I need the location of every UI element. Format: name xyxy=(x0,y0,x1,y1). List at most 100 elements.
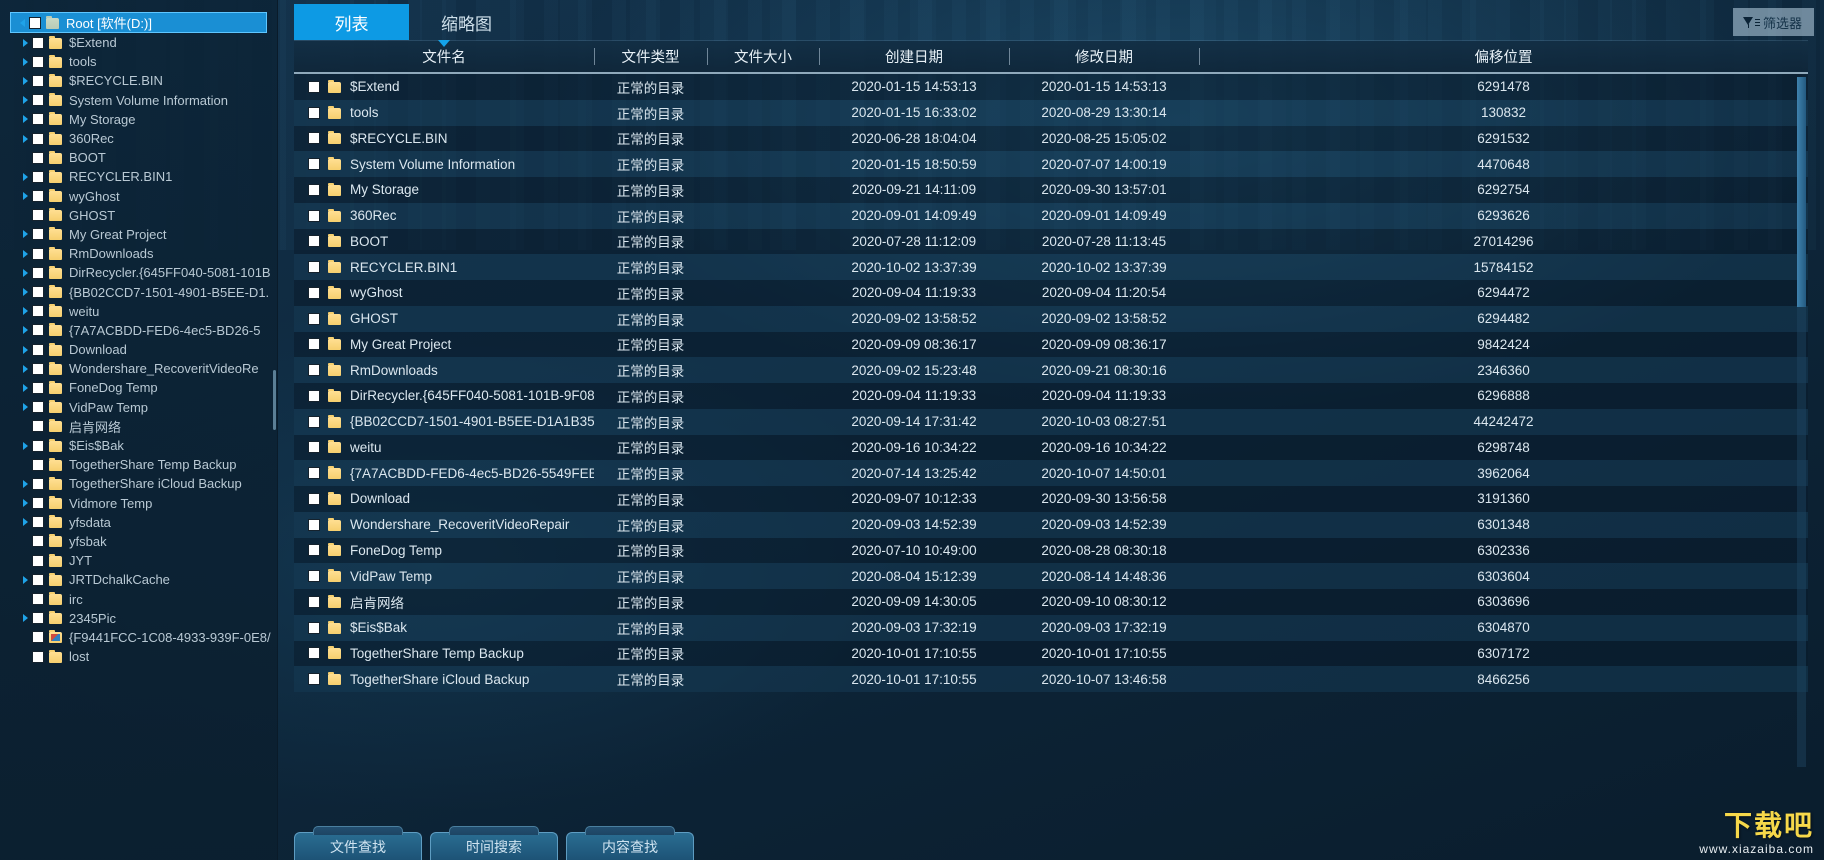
column-header-off[interactable]: 偏移位置 xyxy=(1199,41,1808,72)
tree-item[interactable]: TogetherShare iCloud Backup xyxy=(0,474,277,493)
row-checkbox[interactable] xyxy=(308,80,320,93)
tree-item-checkbox[interactable] xyxy=(32,324,44,337)
expand-arrow-icon[interactable] xyxy=(18,268,32,277)
row-checkbox[interactable] xyxy=(308,467,320,480)
filter-button[interactable]: 筛选器 xyxy=(1732,8,1814,36)
tree-item[interactable]: {7A7ACBDD-FED6-4ec5-BD26-5 xyxy=(0,321,277,340)
table-row[interactable]: 启肯网络 正常的目录 2020-09-09 14:30:05 2020-09-10 0… xyxy=(294,589,1808,615)
table-row[interactable]: BOOT 正常的目录 2020-07-28 11:12:09 2020-07-28 1… xyxy=(294,228,1808,255)
expand-arrow-icon[interactable] xyxy=(18,134,32,143)
row-checkbox[interactable] xyxy=(308,595,320,608)
expand-arrow-icon[interactable] xyxy=(18,307,32,316)
tree-item[interactable]: FoneDog Temp xyxy=(0,378,277,397)
tree-item-checkbox[interactable] xyxy=(32,113,44,126)
tree-item[interactable]: lost xyxy=(0,647,277,666)
table-row[interactable]: $Eis$Bak 正常的目录 2020-09-03 17:32:19 2020-09-… xyxy=(294,614,1808,641)
tree-item-checkbox[interactable] xyxy=(32,612,44,625)
tree-item-checkbox[interactable] xyxy=(32,516,44,529)
row-checkbox[interactable] xyxy=(308,235,320,248)
row-checkbox[interactable] xyxy=(308,544,320,557)
tree-item-checkbox[interactable] xyxy=(32,401,44,414)
expand-arrow-icon[interactable] xyxy=(18,479,32,488)
table-row[interactable]: My Storage 正常的目录 2020-09-21 14:11:09 2020-0… xyxy=(294,177,1808,203)
tree-item[interactable]: JRTDchalkCache xyxy=(0,570,277,589)
table-body[interactable]: $Extend 正常的目录 2020-01-15 14:53:13 2020-01-1… xyxy=(294,74,1808,824)
row-checkbox[interactable] xyxy=(308,338,320,351)
tree-item-checkbox[interactable] xyxy=(32,650,44,663)
tree-item-checkbox[interactable] xyxy=(32,190,44,203)
expand-arrow-icon[interactable] xyxy=(18,76,32,85)
expand-arrow-icon[interactable] xyxy=(18,518,32,527)
row-checkbox[interactable] xyxy=(308,364,320,377)
tree-item-checkbox[interactable] xyxy=(32,132,44,145)
tree-item-checkbox[interactable] xyxy=(32,305,44,318)
table-row[interactable]: RECYCLER.BIN1 正常的目录 2020-10-02 13:37:39 202… xyxy=(294,254,1808,280)
table-row[interactable]: VidPaw Temp 正常的目录 2020-08-04 15:12:39 2020-… xyxy=(294,563,1808,589)
directory-tree[interactable]: Root [软件(D:)] $Extend tools $RECYCLE.BIN Sys… xyxy=(0,12,277,666)
row-checkbox[interactable] xyxy=(308,389,320,402)
bottom-tabbar[interactable]: 文件查找 时间搜索 内容查找 xyxy=(278,824,1824,860)
tree-item-checkbox[interactable] xyxy=(32,420,44,433)
tree-item-checkbox[interactable] xyxy=(32,497,44,510)
tree-item[interactable]: DirRecycler.{645FF040-5081-101B xyxy=(0,263,277,282)
table-row[interactable]: RmDownloads 正常的目录 2020-09-02 15:23:48 2020-… xyxy=(294,357,1808,383)
sidebar-scrollbar-thumb[interactable] xyxy=(273,370,276,430)
tree-item[interactable]: 360Rec xyxy=(0,129,277,148)
expand-arrow-icon[interactable] xyxy=(18,230,32,239)
tree-item-checkbox[interactable] xyxy=(32,170,44,183)
expand-arrow-icon[interactable] xyxy=(18,441,32,450)
tree-item-checkbox[interactable] xyxy=(32,362,44,375)
tree-item[interactable]: tools xyxy=(0,52,277,71)
tree-item-checkbox[interactable] xyxy=(32,573,44,586)
expand-arrow-icon[interactable] xyxy=(18,288,32,297)
table-row[interactable]: GHOST 正常的目录 2020-09-02 13:58:52 2020-09-02 … xyxy=(294,305,1808,332)
tree-item[interactable]: System Volume Information xyxy=(0,91,277,110)
tree-item-checkbox[interactable] xyxy=(29,16,41,29)
expand-arrow-icon[interactable] xyxy=(18,115,32,124)
tree-item-checkbox[interactable] xyxy=(32,247,44,260)
expand-arrow-icon[interactable] xyxy=(18,249,32,258)
tree-item-checkbox[interactable] xyxy=(32,55,44,68)
row-checkbox[interactable] xyxy=(308,415,320,428)
tree-item-root[interactable]: Root [软件(D:)] xyxy=(10,12,267,33)
table-row[interactable]: {7A7ACBDD-FED6-4ec5-BD26-5549FEB5B... 正常的… xyxy=(294,460,1808,486)
tree-item[interactable]: 2345Pic xyxy=(0,609,277,628)
table-row[interactable]: weitu 正常的目录 2020-09-16 10:34:22 2020-09-16 … xyxy=(294,434,1808,461)
tree-item-checkbox[interactable] xyxy=(32,209,44,222)
tree-item-checkbox[interactable] xyxy=(32,439,44,452)
table-row[interactable]: $Extend 正常的目录 2020-01-15 14:53:13 2020-01-1… xyxy=(294,74,1808,100)
table-row[interactable]: Wondershare_RecoveritVideoRepair 正常的目录 202… xyxy=(294,511,1808,538)
row-checkbox[interactable] xyxy=(308,441,320,454)
expand-arrow-icon[interactable] xyxy=(18,614,32,623)
table-row[interactable]: {BB02CCD7-1501-4901-B5EE-D1A1B3528... 正常的… xyxy=(294,408,1808,435)
tree-item-checkbox[interactable] xyxy=(32,228,44,241)
table-row[interactable]: My Great Project 正常的目录 2020-09-09 08:36:17… xyxy=(294,331,1808,358)
table-row[interactable]: TogetherShare iCloud Backup 正常的目录 2020-10-… xyxy=(294,666,1808,692)
row-checkbox[interactable] xyxy=(308,261,320,274)
expand-arrow-icon[interactable] xyxy=(18,345,32,354)
tree-item-checkbox[interactable] xyxy=(32,36,44,49)
tree-item-checkbox[interactable] xyxy=(32,477,44,490)
row-checkbox[interactable] xyxy=(308,158,320,171)
expand-arrow-icon[interactable] xyxy=(18,326,32,335)
expand-arrow-icon[interactable] xyxy=(18,96,32,105)
table-row[interactable]: wyGhost 正常的目录 2020-09-04 11:19:33 2020-09-0… xyxy=(294,280,1808,306)
table-row[interactable]: $RECYCLE.BIN 正常的目录 2020-06-28 18:04:04 2020… xyxy=(294,125,1808,152)
tree-item-checkbox[interactable] xyxy=(32,286,44,299)
tree-item[interactable]: My Great Project xyxy=(0,225,277,244)
tree-item-checkbox[interactable] xyxy=(32,535,44,548)
tree-item-checkbox[interactable] xyxy=(32,74,44,87)
directory-tree-sidebar[interactable]: Root [软件(D:)] $Extend tools $RECYCLE.BIN Sys… xyxy=(0,0,278,860)
tree-item-checkbox[interactable] xyxy=(32,593,44,606)
table-row[interactable]: System Volume Information 正常的目录 2020-01-15… xyxy=(294,151,1808,177)
table-scrollbar[interactable] xyxy=(1797,77,1806,767)
row-checkbox[interactable] xyxy=(308,286,320,299)
tree-item[interactable]: Wondershare_RecoveritVideoRe xyxy=(0,359,277,378)
table-scrollbar-thumb[interactable] xyxy=(1797,77,1806,307)
expand-arrow-icon[interactable] xyxy=(15,18,29,27)
tree-item[interactable]: {F9441FCC-1C08-4933-939F-0E8/ xyxy=(0,628,277,647)
row-checkbox[interactable] xyxy=(308,183,320,196)
row-checkbox[interactable] xyxy=(308,132,320,145)
tree-item[interactable]: Download xyxy=(0,340,277,359)
column-header-name[interactable]: 文件名 xyxy=(294,40,594,72)
